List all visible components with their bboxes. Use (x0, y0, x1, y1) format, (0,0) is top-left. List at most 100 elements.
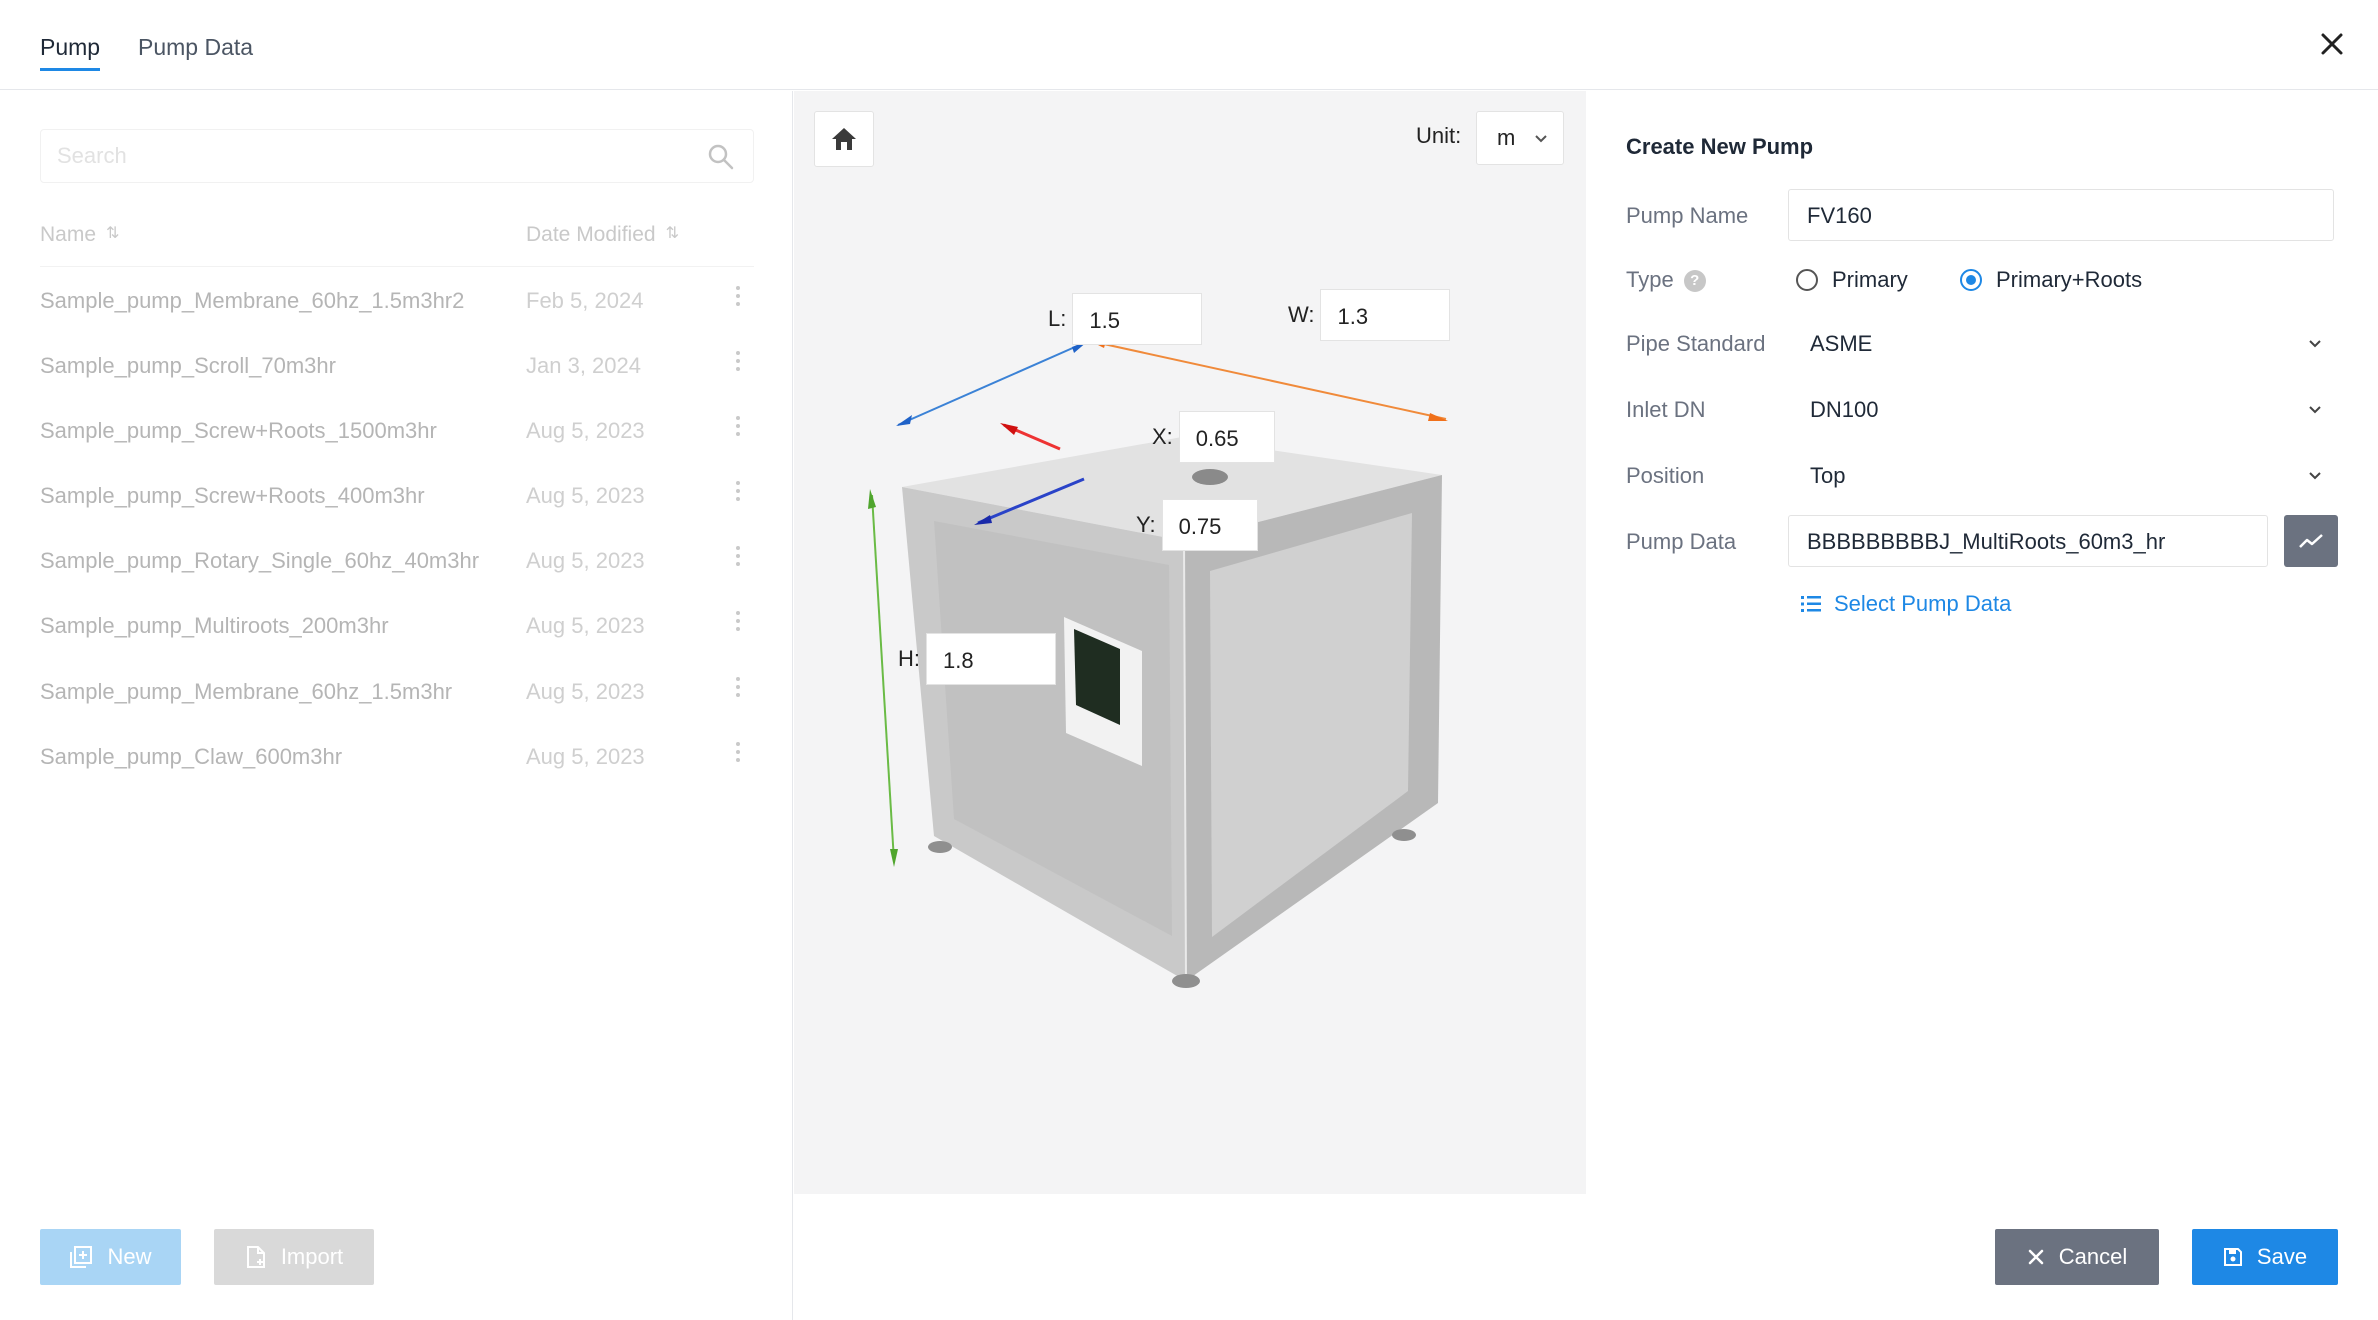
type-label: Type (1626, 267, 1674, 292)
select-pump-data-link[interactable]: Select Pump Data (1800, 591, 2011, 617)
home-icon (832, 128, 856, 150)
sort-icon[interactable]: ⇅ (106, 223, 119, 243)
width-input[interactable]: 1.3 (1320, 289, 1451, 341)
pump-list-panel: Name ⇅ Date Modified ⇅ Sample_pump_Membran… (0, 91, 793, 1320)
column-header-name-label: Name (40, 223, 97, 246)
chevron-down-icon (2309, 340, 2321, 348)
list-item[interactable]: Sample_pump_Screw+Roots_1500m3hr Aug 5, … (40, 398, 754, 463)
list-item-name: Sample_pump_Screw+Roots_400m3hr (40, 483, 425, 508)
column-header-date[interactable]: Date Modified ⇅ (526, 223, 679, 247)
tab-bar: Pump Pump Data (0, 0, 2378, 90)
radio-type-primary-label: Primary (1832, 267, 1908, 292)
chevron-down-icon (2309, 406, 2321, 414)
list-item-date: Jan 3, 2024 (526, 353, 641, 378)
dimension-height: H: 1.8 (898, 633, 1056, 685)
position-select[interactable]: Top (1788, 449, 2334, 501)
list-item-name: Sample_pump_Rotary_Single_60hz_40m3hr (40, 548, 480, 573)
list-item-date: Aug 5, 2023 (526, 744, 645, 769)
more-vertical-icon[interactable] (730, 347, 746, 379)
list-item[interactable]: Sample_pump_Screw+Roots_400m3hr Aug 5, 2… (40, 463, 754, 528)
search-icon[interactable] (707, 143, 735, 171)
dimension-x-label: X: (1152, 424, 1173, 449)
tab-pump[interactable]: Pump (40, 34, 100, 61)
line-chart-icon (2299, 534, 2323, 548)
dimension-width: W: 1.3 (1288, 289, 1451, 341)
chevron-down-icon (1535, 135, 1547, 143)
x-offset-input[interactable]: 0.65 (1178, 411, 1275, 463)
list-item-name: Sample_pump_Multiroots_200m3hr (40, 613, 389, 638)
list-item-date: Feb 5, 2024 (526, 288, 644, 313)
radio-type-primary-roots[interactable]: Primary+Roots (1960, 267, 2142, 293)
home-view-button[interactable] (814, 111, 874, 167)
tab-pump-data[interactable]: Pump Data (138, 34, 253, 61)
select-pump-data-label: Select Pump Data (1834, 591, 2012, 616)
list-item[interactable]: Sample_pump_Membrane_60hz_1.5m3hr Aug 5,… (40, 659, 754, 724)
more-vertical-icon[interactable] (730, 412, 746, 444)
inlet-dn-value: DN100 (1810, 397, 1879, 422)
list-item[interactable]: Sample_pump_Multiroots_200m3hr Aug 5, 20… (40, 593, 754, 658)
pump-data-chart-button[interactable] (2284, 515, 2338, 567)
search-input[interactable] (57, 130, 677, 182)
inlet-dn-label: Inlet DN (1626, 397, 1706, 422)
dimension-y-label: Y: (1136, 512, 1156, 537)
list-item-date: Aug 5, 2023 (526, 679, 645, 704)
pipe-standard-select[interactable]: ASME (1788, 317, 2334, 369)
pump-3d-viewer[interactable]: Unit: m L: 1.5 W: 1.3 X: 0.65 Y: 0.75 H:… (794, 91, 1586, 1194)
more-vertical-icon[interactable] (730, 282, 746, 314)
create-pump-form: Create New Pump Pump Name FV160 Type? Pr… (1586, 91, 2378, 1285)
file-import-icon (246, 1246, 265, 1268)
pump-data-input[interactable]: BBBBBBBBBJ_MultiRoots_60m3_hr (1788, 515, 2268, 567)
list-item-name: Sample_pump_Scroll_70m3hr (40, 353, 336, 378)
height-input[interactable]: 1.8 (926, 633, 1056, 685)
add-copy-icon (70, 1246, 93, 1268)
pump-name-input[interactable]: FV160 (1788, 189, 2334, 241)
list-item[interactable]: Sample_pump_Membrane_60hz_1.5m3hr2 Feb 5… (40, 268, 754, 333)
position-label: Position (1626, 463, 1705, 488)
active-tab-indicator (40, 68, 100, 71)
import-button[interactable]: Import (214, 1229, 374, 1285)
import-button-label: Import (280, 1244, 344, 1269)
close-icon[interactable] (2314, 26, 2350, 62)
list-item[interactable]: Sample_pump_Scroll_70m3hr Jan 3, 2024 (40, 333, 754, 398)
new-button-label: New (107, 1244, 152, 1269)
radio-circle-checked (1960, 269, 1982, 291)
more-vertical-icon[interactable] (730, 607, 746, 639)
length-input[interactable]: 1.5 (1072, 293, 1203, 345)
form-title: Create New Pump (1626, 134, 1814, 159)
more-vertical-icon[interactable] (730, 477, 746, 509)
radio-circle (1796, 269, 1818, 291)
list-icon (1801, 596, 1821, 612)
y-offset-input[interactable]: 0.75 (1161, 499, 1258, 551)
save-button-label: Save (2256, 1244, 2308, 1269)
save-button[interactable]: Save (2192, 1229, 2338, 1285)
more-vertical-icon[interactable] (730, 738, 746, 770)
radio-type-primary-roots-label: Primary+Roots (1996, 267, 2143, 292)
sort-icon[interactable]: ⇅ (666, 223, 679, 243)
dimension-length-label: L: (1048, 306, 1067, 331)
more-vertical-icon[interactable] (730, 542, 746, 574)
cancel-button-label: Cancel (2058, 1244, 2128, 1269)
pipe-standard-value: ASME (1810, 331, 1873, 356)
chevron-down-icon (2309, 472, 2321, 480)
unit-select[interactable]: m (1476, 111, 1564, 165)
help-icon[interactable]: ? (1683, 270, 1706, 293)
new-button[interactable]: New (40, 1229, 181, 1285)
list-item[interactable]: Sample_pump_Rotary_Single_60hz_40m3hr Au… (40, 528, 754, 593)
radio-type-primary[interactable]: Primary (1796, 267, 1908, 293)
column-header-date-label: Date Modified (526, 223, 656, 246)
pump-dialog: Pump Pump Data Name ⇅ Date Modified ⇅ Samp… (0, 0, 2378, 1320)
list-item-name: Sample_pump_Membrane_60hz_1.5m3hr2 (40, 288, 465, 313)
column-header-name[interactable]: Name ⇅ (40, 223, 119, 247)
pipe-standard-label: Pipe Standard (1626, 331, 1766, 356)
cancel-button[interactable]: Cancel (1995, 1229, 2159, 1285)
more-vertical-icon[interactable] (730, 673, 746, 705)
list-item-date: Aug 5, 2023 (526, 418, 645, 443)
dimension-x: X: 0.65 (1152, 411, 1275, 463)
close-icon (2028, 1249, 2043, 1265)
search-box (40, 129, 754, 183)
inlet-dn-select[interactable]: DN100 (1788, 383, 2334, 435)
list-item-date: Aug 5, 2023 (526, 613, 645, 638)
type-label-group: Type? (1626, 267, 1706, 293)
list-item[interactable]: Sample_pump_Claw_600m3hr Aug 5, 2023 (40, 724, 754, 789)
inlet-port (1192, 469, 1228, 485)
